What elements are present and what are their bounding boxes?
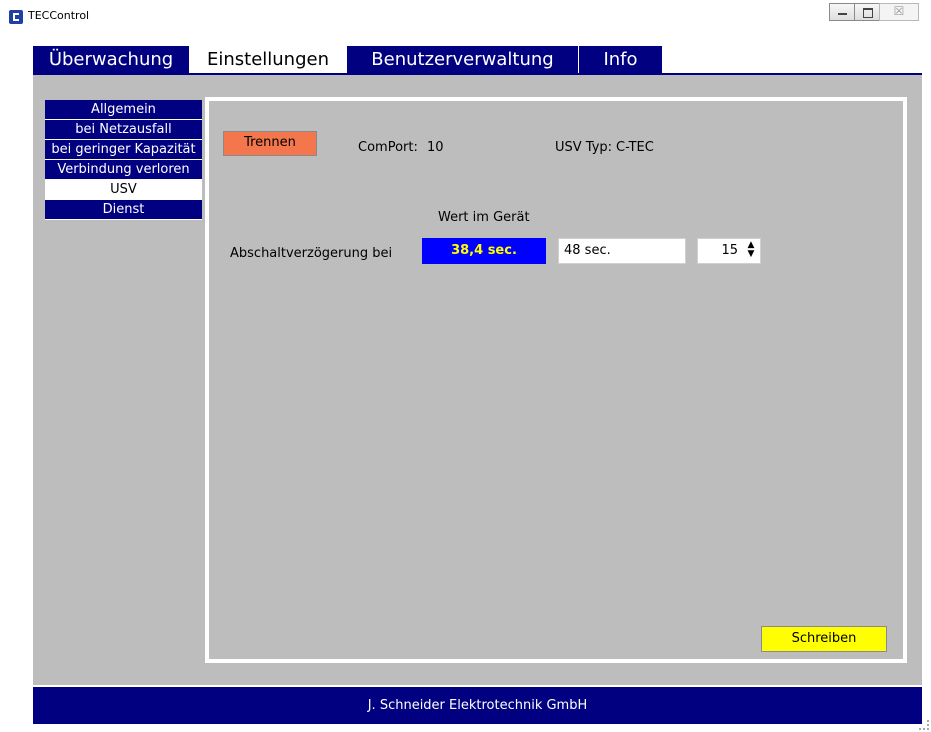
main-tabs: Überwachung Einstellungen Benutzerverwal… [33,46,663,74]
sidebar-item-verbindung-verloren[interactable]: Verbindung verloren [45,160,202,180]
sidebar-item-netzausfall[interactable]: bei Netzausfall [45,120,202,140]
window-title: TECControl [28,9,90,22]
stepper-arrows-icon[interactable]: ▲ ▼ [746,241,756,261]
tab-einstellungen[interactable]: Einstellungen [190,46,347,74]
usv-panel [205,97,907,663]
sidebar-item-geringe-kapazitaet[interactable]: bei geringer Kapazität [45,140,202,160]
device-value-header: Wert im Gerät [438,210,530,225]
title-bar: TECControl ☒ [0,0,931,34]
resize-grip-icon[interactable] [919,720,929,730]
abschaltverzoegerung-input[interactable]: 48 sec. [558,238,686,264]
tab-info[interactable]: Info [579,46,663,74]
usv-typ-value: C-TEC [616,140,654,155]
comport-value: 10 [427,140,444,155]
maximize-button[interactable] [854,3,880,21]
sidebar-item-usv[interactable]: USV [45,180,202,200]
comport-label: ComPort: [358,140,418,155]
trennen-button[interactable]: Trennen [223,131,317,156]
minimize-button[interactable] [829,3,855,21]
footer-bar: J. Schneider Elektrotechnik GmbH [33,687,922,724]
settings-sidebar: Allgemein bei Netzausfall bei geringer K… [45,100,202,220]
tab-benutzerverwaltung[interactable]: Benutzerverwaltung [347,46,579,74]
tab-ueberwachung[interactable]: Überwachung [33,46,190,74]
sidebar-item-dienst[interactable]: Dienst [45,200,202,220]
app-window: TECControl ☒ Überwachung Einstellungen B… [0,0,931,732]
usv-typ-label: USV Typ: [555,140,613,155]
close-button[interactable]: ☒ [879,3,919,21]
schreiben-button[interactable]: Schreiben [761,626,887,652]
window-controls: ☒ [829,3,919,21]
sidebar-item-allgemein[interactable]: Allgemein [45,100,202,120]
abschaltverzoegerung-label: Abschaltverzögerung bei [230,246,393,261]
device-value-display: 38,4 sec. [422,238,546,264]
app-logo-icon [9,10,23,24]
